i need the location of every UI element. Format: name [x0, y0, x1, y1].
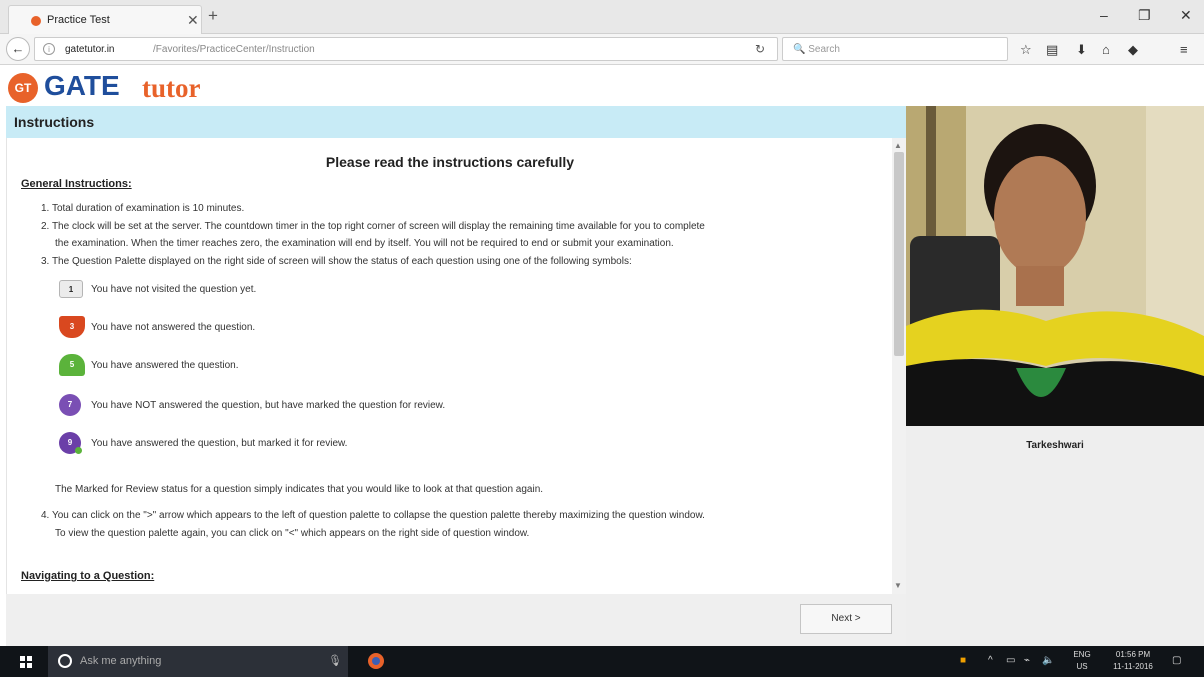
legend-text: You have not visited the question yet.: [91, 284, 257, 295]
instruction-2-line2: the examination. When the timer reaches …: [55, 238, 674, 249]
close-tab-icon[interactable]: ✕: [187, 12, 199, 29]
lang-top: ENG: [1073, 650, 1091, 659]
instructions-footer: Next >: [6, 594, 906, 646]
instructions-header: Instructions: [6, 106, 906, 138]
windows-taskbar: Ask me anything 🎙 ■ ^ ▭ ⌁ 🔈 ENG US 01:56…: [0, 646, 1204, 677]
battery-icon[interactable]: ▭: [1006, 655, 1015, 666]
candidate-panel: Tarkeshwari: [906, 106, 1204, 646]
network-icon[interactable]: ⌁: [1024, 655, 1030, 666]
tray-expand-icon[interactable]: ^: [988, 655, 993, 666]
search-input[interactable]: 🔍 Search: [782, 37, 1008, 61]
cortana-search-box[interactable]: Ask me anything 🎙: [48, 646, 348, 677]
clock-time: 01:56 PM: [1115, 650, 1151, 659]
address-bar[interactable]: i gatetutor.in /Favorites/PracticeCenter…: [34, 37, 778, 61]
pocket-icon[interactable]: ◆: [1128, 42, 1138, 58]
not-answered-symbol-icon: 3: [59, 316, 85, 338]
scroll-down-icon[interactable]: ▼: [894, 581, 902, 590]
language-indicator[interactable]: ENG US: [1068, 649, 1096, 673]
cortana-placeholder: Ask me anything: [80, 655, 162, 667]
windows-start-icon[interactable]: [20, 656, 32, 668]
system-clock[interactable]: 01:56 PM 11-11-2016: [1104, 649, 1162, 673]
candidate-photo-image: [906, 106, 1204, 426]
menu-icon[interactable]: ≡: [1180, 42, 1188, 57]
tab-title: Practice Test: [47, 14, 110, 26]
legend-text: You have not answered the question.: [91, 322, 256, 333]
microphone-icon[interactable]: 🎙: [328, 654, 342, 667]
reload-icon[interactable]: ↻: [755, 42, 765, 56]
clock-date: 11-11-2016: [1113, 662, 1153, 671]
page-heading: Please read the instructions carefully: [325, 154, 575, 170]
firefox-taskbar-icon[interactable]: [356, 646, 396, 677]
logo-gate-text: GATE: [44, 70, 120, 101]
instruction-2-line1: 2. The clock will be set at the server. …: [41, 221, 705, 232]
scroll-up-icon[interactable]: ▲: [894, 141, 902, 150]
instructions-title: Instructions: [14, 114, 95, 130]
search-placeholder: 🔍 Search: [793, 44, 840, 55]
browser-toolbar: ← i gatetutor.in /Favorites/PracticeCent…: [0, 34, 1204, 65]
legend-text: You have answered the question, but mark…: [91, 438, 348, 449]
volume-icon[interactable]: 🔈: [1042, 655, 1054, 666]
new-tab-icon[interactable]: +: [208, 6, 218, 26]
url-path: /Favorites/PracticeCenter/Instruction: [153, 44, 315, 55]
logo-badge: GT: [8, 73, 38, 103]
candidate-name: Tarkeshwari: [1026, 440, 1084, 451]
not-visited-symbol-icon: 1: [59, 280, 83, 298]
browser-tab-strip: Practice Test ✕ + – ❐ ✕: [0, 0, 1204, 34]
instruction-3: 3. The Question Palette displayed on the…: [41, 256, 632, 267]
answered-marked-symbol-icon: 9: [59, 432, 82, 454]
answered-symbol-icon: 5: [59, 354, 85, 376]
legend-text: You have answered the question.: [91, 360, 239, 371]
browser-tab[interactable]: Practice Test ✕: [8, 5, 202, 34]
action-center-icon[interactable]: ▢: [1172, 655, 1181, 666]
instruction-1: 1. Total duration of examination is 10 m…: [41, 203, 245, 214]
minimize-icon[interactable]: –: [1100, 7, 1108, 23]
instruction-4-line1: 4. You can click on the ">" arrow which …: [41, 510, 705, 521]
marked-for-review-note: The Marked for Review status for a quest…: [55, 484, 544, 495]
navigating-title: Navigating to a Question:: [21, 570, 155, 582]
cortana-icon: [58, 654, 72, 668]
content-scrollbar[interactable]: ▲ ▼: [892, 138, 906, 594]
marked-review-symbol-icon: 7: [59, 394, 81, 416]
reading-list-icon[interactable]: ▤: [1046, 42, 1058, 58]
lang-bottom: US: [1076, 662, 1088, 671]
firefox-icon: [368, 653, 384, 669]
maximize-icon[interactable]: ❐: [1138, 7, 1151, 24]
scroll-thumb[interactable]: [894, 152, 904, 356]
instructions-content: Please read the instructions carefully G…: [6, 138, 906, 594]
tray-app-icon[interactable]: ■: [960, 655, 966, 666]
home-icon[interactable]: ⌂: [1102, 42, 1110, 57]
general-instructions-title: General Instructions:: [21, 178, 132, 190]
next-button[interactable]: Next >: [800, 604, 892, 634]
logo-tutor-text: tutor: [142, 73, 201, 103]
download-icon[interactable]: ⬇: [1076, 42, 1087, 58]
close-window-icon[interactable]: ✕: [1180, 7, 1192, 24]
instruction-4-line2: To view the question palette again, you …: [55, 528, 530, 539]
candidate-photo: [906, 106, 1204, 426]
back-arrow-icon[interactable]: ←: [6, 37, 30, 61]
legend-text: You have NOT answered the question, but …: [91, 400, 446, 411]
favicon-icon: [31, 16, 41, 26]
bookmark-star-icon[interactable]: ☆: [1020, 42, 1032, 58]
info-icon[interactable]: i: [43, 43, 55, 55]
url-domain: gatetutor.in: [65, 44, 115, 55]
